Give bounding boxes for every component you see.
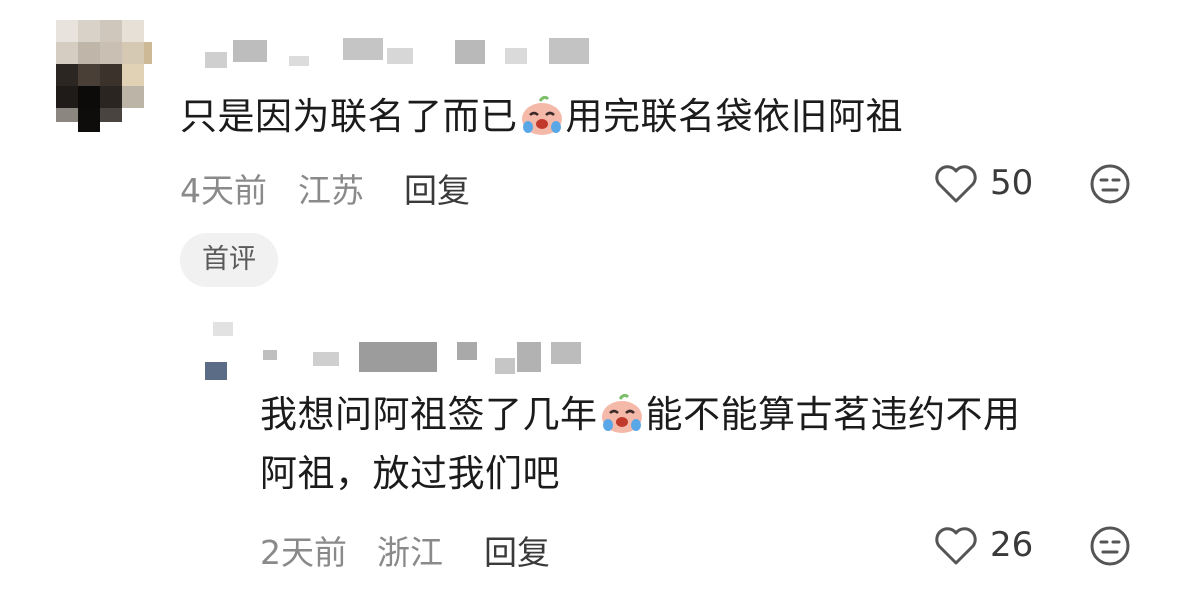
username-blurred[interactable]: [205, 322, 595, 382]
dislike-button[interactable]: [1088, 524, 1132, 568]
reply-button[interactable]: 回复: [484, 526, 550, 574]
dislike-button[interactable]: [1088, 162, 1132, 206]
crying-face-emoji-icon: [601, 393, 642, 433]
meh-face-icon: [1090, 526, 1130, 566]
reply-text: 我想问阿祖签了几年 能不能算古茗违约不用: [260, 386, 1021, 444]
reply-text-line2: 阿祖，放过我们吧: [260, 452, 560, 495]
first-comment-badge: 首评: [180, 233, 278, 287]
comment-time: 4天前: [180, 171, 267, 210]
heart-icon: [935, 527, 977, 565]
like-count: 50: [990, 163, 1034, 203]
like-count: 26: [990, 525, 1034, 565]
username-blurred[interactable]: [205, 34, 595, 74]
like-button[interactable]: [934, 164, 982, 208]
like-button[interactable]: [934, 526, 982, 570]
comment-text: 只是因为联名了而已 用完联名袋依旧阿祖: [180, 88, 903, 146]
comment-location: 浙江: [377, 533, 443, 572]
avatar[interactable]: [56, 20, 152, 132]
heart-icon: [935, 165, 977, 203]
comment-text-part: 能不能算古茗违约不用: [645, 393, 1021, 436]
reply-button[interactable]: 回复: [404, 164, 470, 212]
comment-location: 江苏: [298, 171, 364, 210]
comment-text-part: 只是因为联名了而已: [180, 95, 518, 138]
comment-text-part: 用完联名袋依旧阿祖: [565, 95, 903, 138]
comment-time: 2天前: [260, 533, 347, 572]
comment-text-part: 我想问阿祖签了几年: [260, 393, 598, 436]
meh-face-icon: [1090, 164, 1130, 204]
crying-face-emoji-icon: [521, 95, 562, 135]
